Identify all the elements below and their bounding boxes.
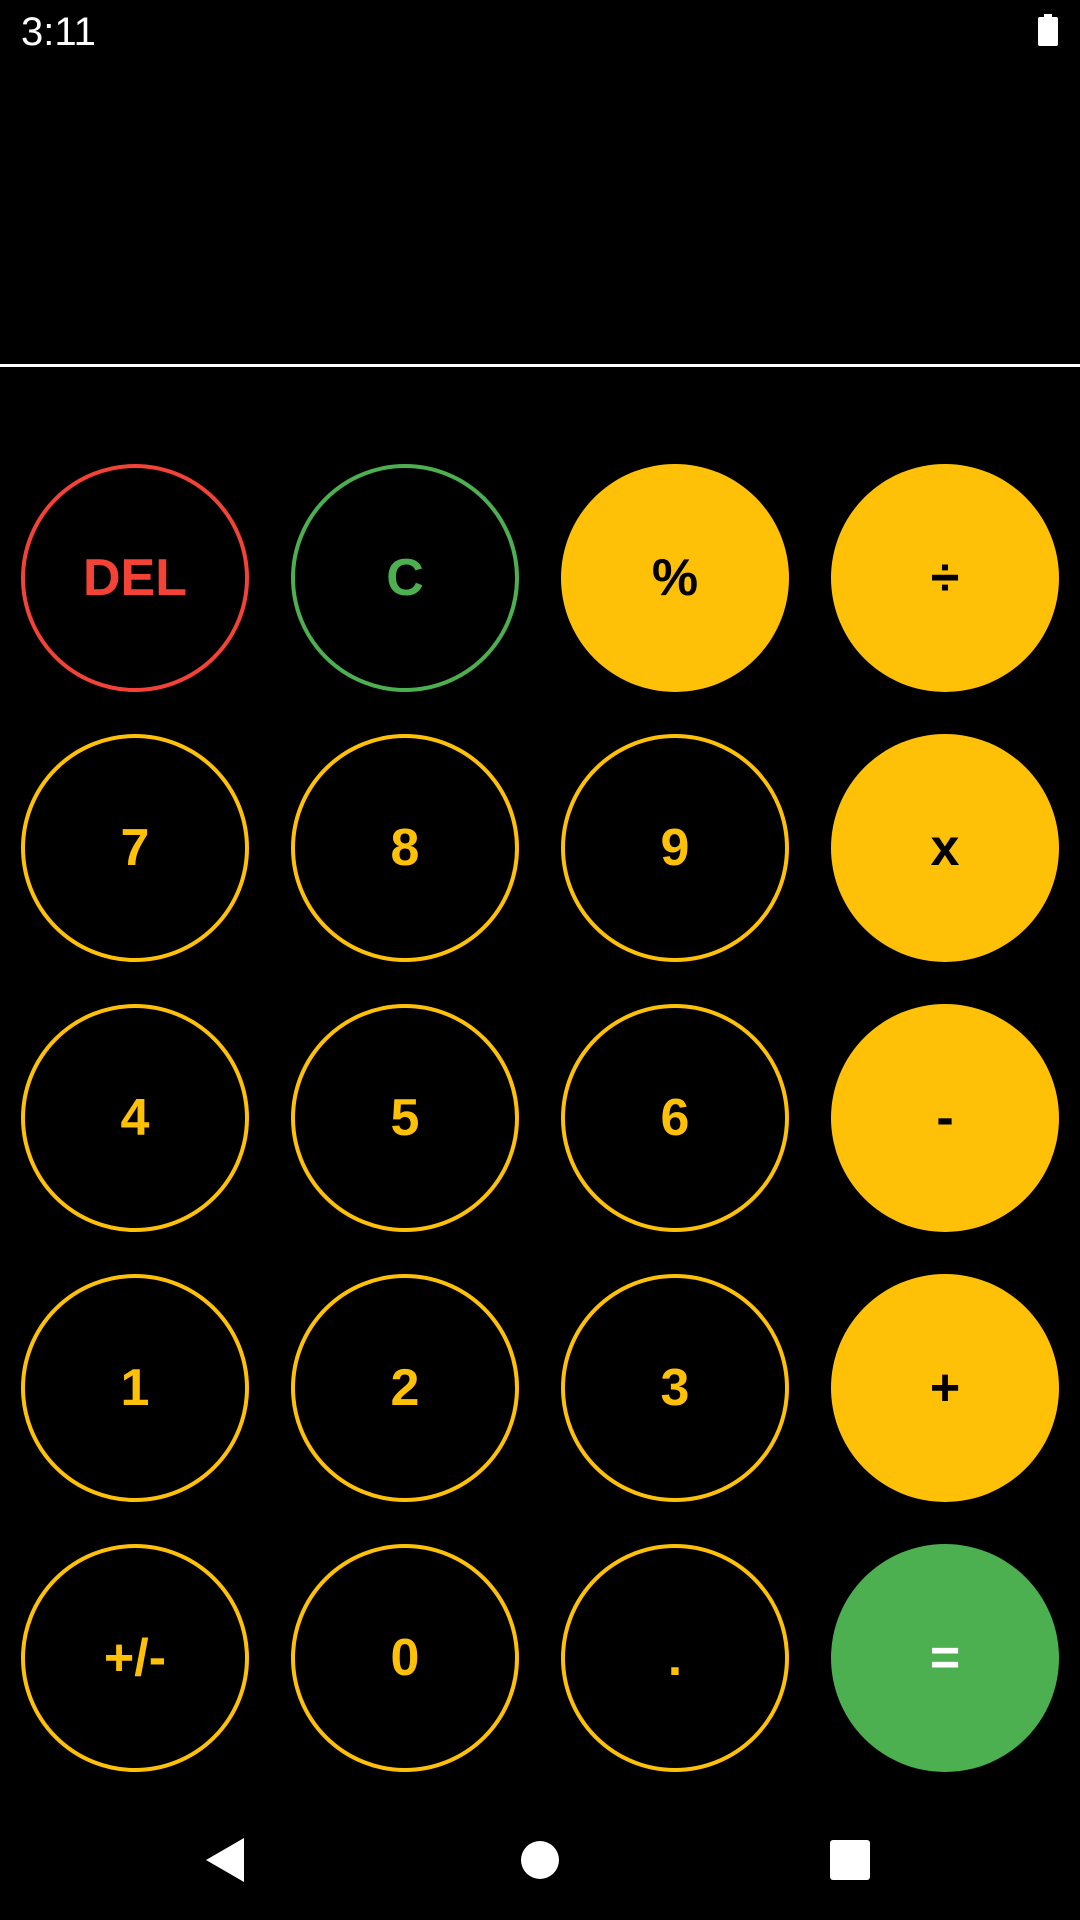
home-circle-icon[interactable] (510, 1830, 570, 1890)
digit-1-button[interactable]: 1 (21, 1274, 249, 1502)
keypad: DEL C % ÷ 7 8 9 x 4 5 6 - 1 2 3 + +/- 0 … (0, 0, 1080, 1920)
digit-2-button[interactable]: 2 (291, 1274, 519, 1502)
back-triangle-icon[interactable] (196, 1830, 256, 1890)
percent-button[interactable]: % (561, 464, 789, 692)
recent-apps-square-icon[interactable] (820, 1830, 880, 1890)
digit-7-button[interactable]: 7 (21, 734, 249, 962)
digit-3-button[interactable]: 3 (561, 1274, 789, 1502)
digit-8-button[interactable]: 8 (291, 734, 519, 962)
decimal-button[interactable]: . (561, 1544, 789, 1772)
plus-button[interactable]: + (831, 1274, 1059, 1502)
multiply-button[interactable]: x (831, 734, 1059, 962)
digit-5-button[interactable]: 5 (291, 1004, 519, 1232)
equals-button[interactable]: = (831, 1544, 1059, 1772)
plus-minus-button[interactable]: +/- (21, 1544, 249, 1772)
digit-9-button[interactable]: 9 (561, 734, 789, 962)
digit-4-button[interactable]: 4 (21, 1004, 249, 1232)
delete-button[interactable]: DEL (21, 464, 249, 692)
digit-0-button[interactable]: 0 (291, 1544, 519, 1772)
divide-button[interactable]: ÷ (831, 464, 1059, 692)
minus-button[interactable]: - (831, 1004, 1059, 1232)
navigation-bar (0, 1800, 1080, 1920)
clear-button[interactable]: C (291, 464, 519, 692)
digit-6-button[interactable]: 6 (561, 1004, 789, 1232)
